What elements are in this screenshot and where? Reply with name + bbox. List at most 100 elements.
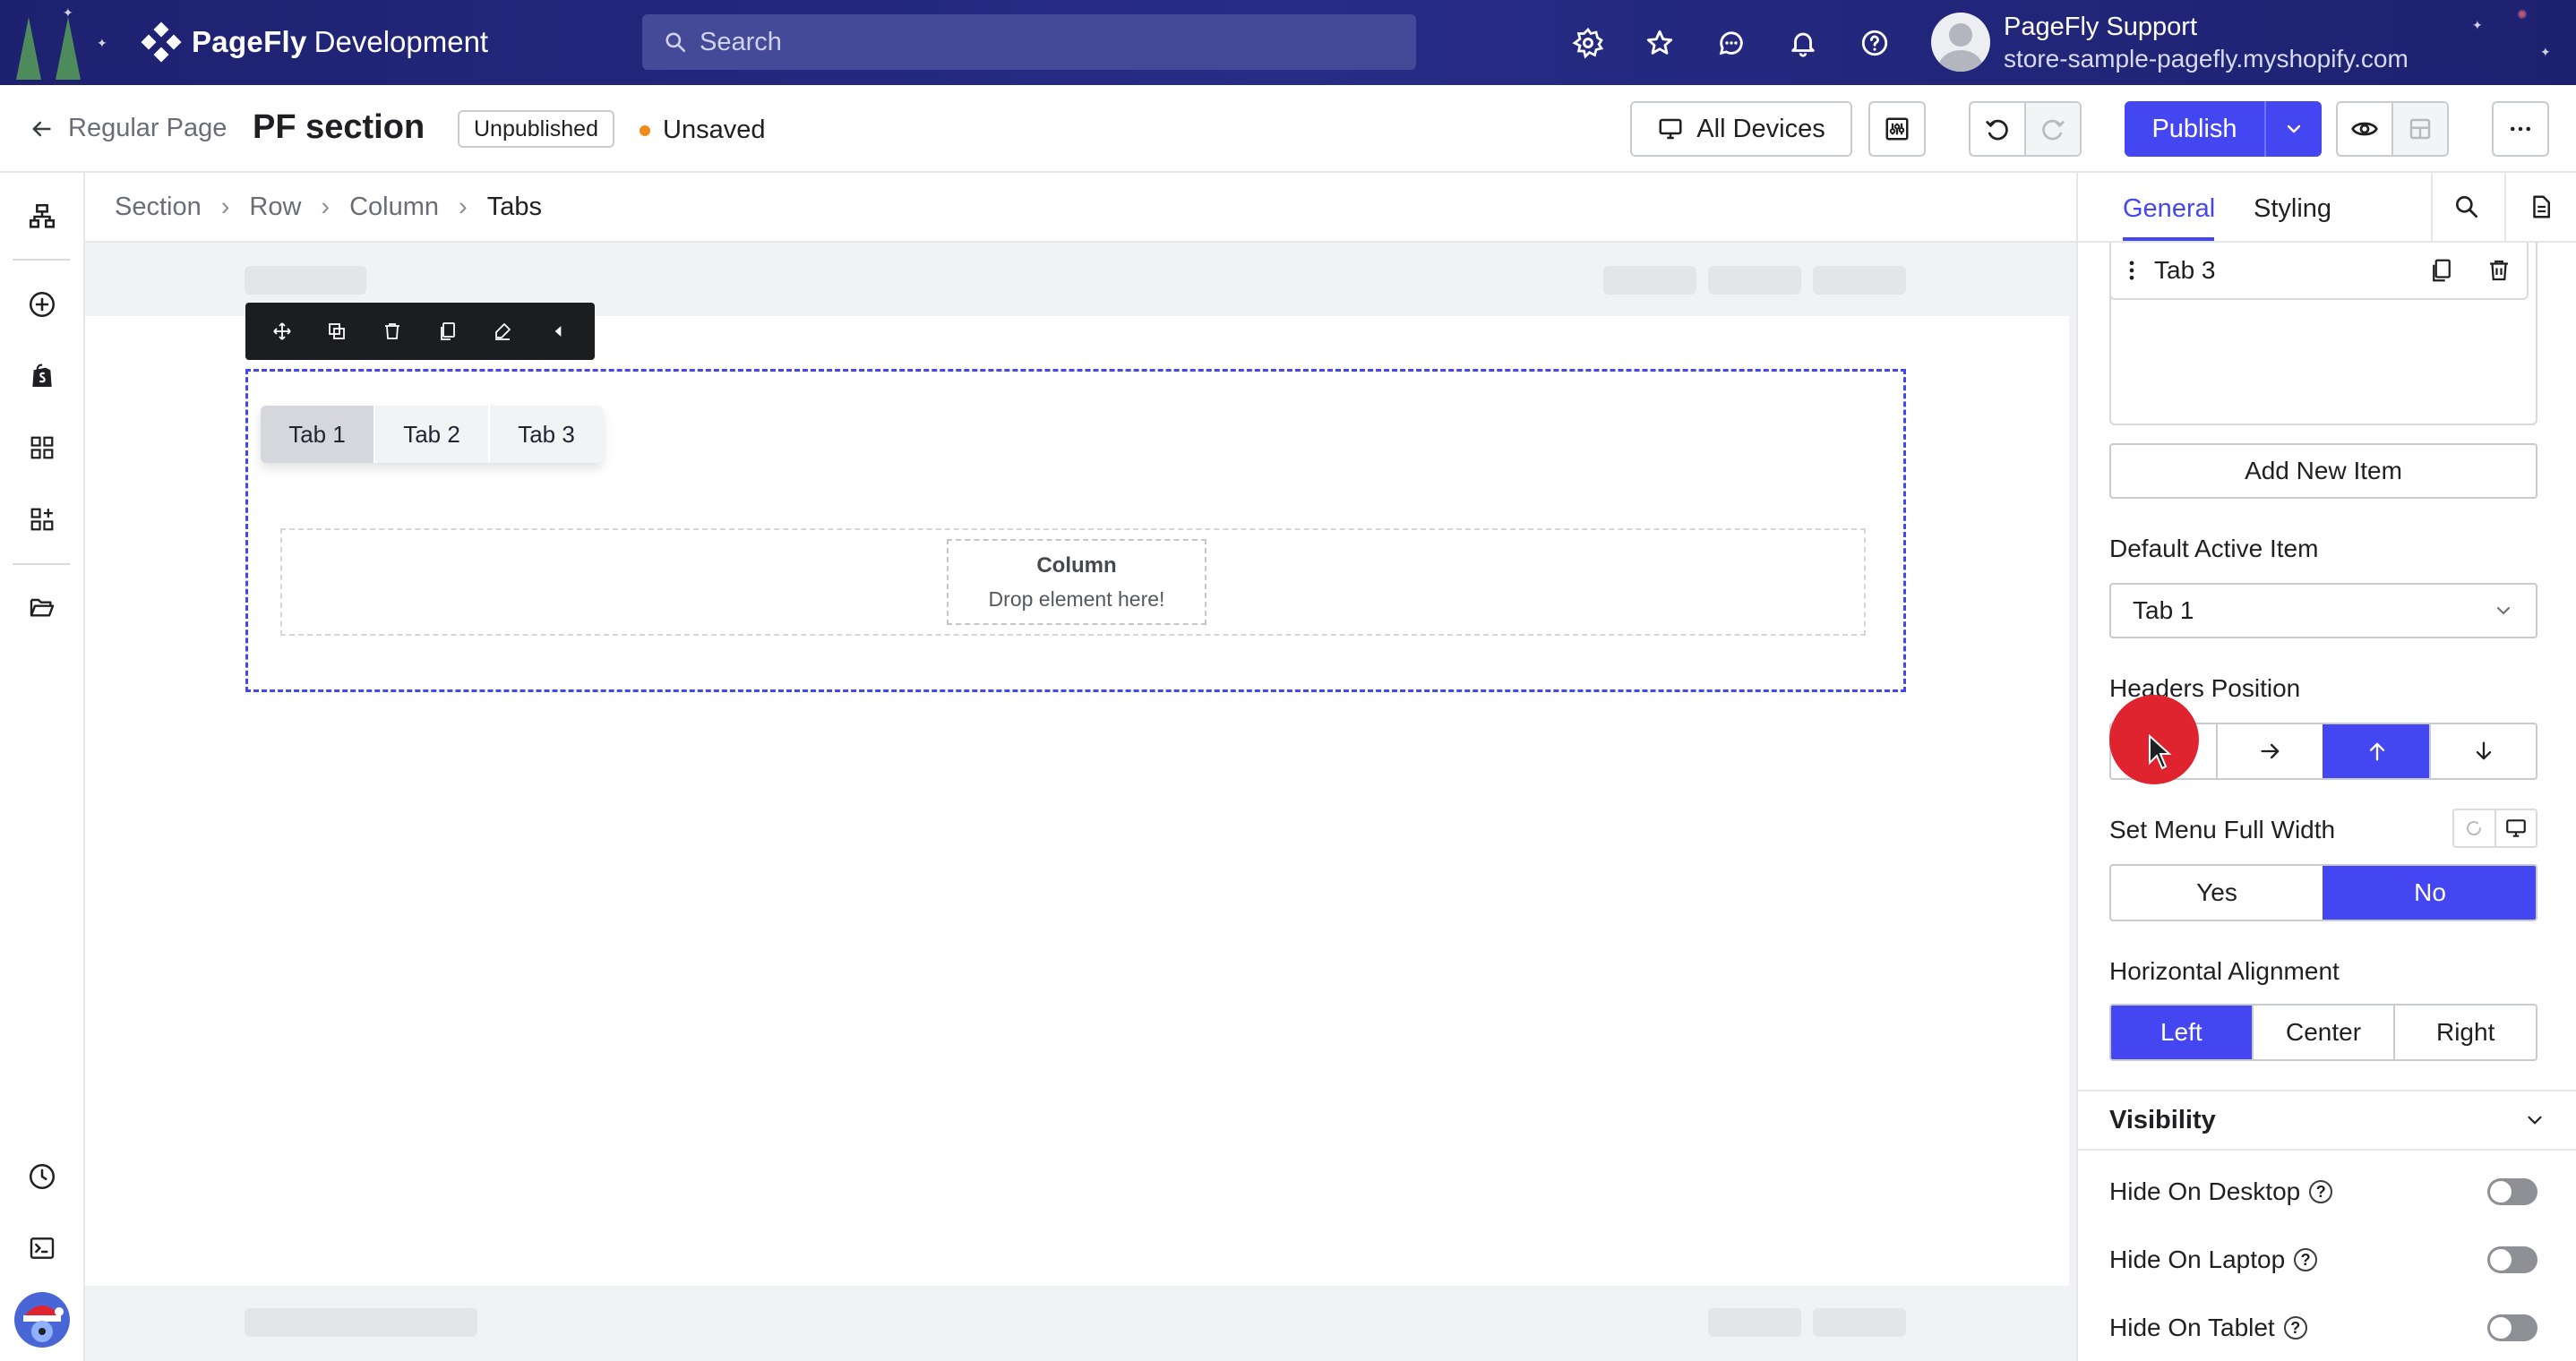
tab-2[interactable]: Tab 2 xyxy=(375,406,488,463)
menu-full-width-yes[interactable]: Yes xyxy=(2111,866,2323,920)
align-left-button[interactable]: Left xyxy=(2111,1006,2252,1059)
tab-1[interactable]: Tab 1 xyxy=(261,406,374,463)
align-center-button[interactable]: Center xyxy=(2251,1006,2394,1059)
collapse-left-icon[interactable] xyxy=(545,318,571,345)
align-right-button[interactable]: Right xyxy=(2393,1006,2536,1059)
chevron-right-icon: › xyxy=(459,192,468,221)
visibility-label: Visibility xyxy=(2109,1105,2216,1134)
reset-icon[interactable] xyxy=(2454,810,2496,846)
share-preview-button[interactable] xyxy=(2393,103,2447,155)
tab-styling[interactable]: Styling xyxy=(2254,194,2331,224)
search-icon[interactable] xyxy=(2452,193,2481,226)
sitemap-icon[interactable] xyxy=(25,200,59,234)
hide-desktop-row: Hide On Desktop? xyxy=(2109,1177,2537,1206)
user-name[interactable]: PageFly Support xyxy=(2004,13,2197,42)
menu-full-width-no[interactable]: No xyxy=(2323,866,2536,920)
page-title[interactable]: PF section xyxy=(253,108,425,147)
layout-icon xyxy=(2409,118,2431,140)
document-icon[interactable] xyxy=(2528,193,2555,226)
back-link[interactable]: Regular Page xyxy=(29,114,227,143)
duplicate-icon[interactable] xyxy=(323,318,350,345)
column-drop-zone[interactable]: Column Drop element here! xyxy=(280,528,1866,636)
default-active-value: Tab 1 xyxy=(2133,596,2194,624)
breadcrumb-row[interactable]: Row xyxy=(249,193,301,222)
position-bottom-button[interactable] xyxy=(2429,724,2536,778)
user-avatar[interactable] xyxy=(1931,13,1990,72)
default-active-select[interactable]: Tab 1 xyxy=(2109,583,2537,638)
tab-general[interactable]: General xyxy=(2123,194,2215,224)
breadcrumb-tabs[interactable]: Tabs xyxy=(487,193,542,222)
copy-icon[interactable] xyxy=(434,318,461,345)
berry-decoration: ✺ xyxy=(2517,7,2528,21)
device-selector-button[interactable]: All Devices xyxy=(1630,101,1852,157)
drag-handle-icon[interactable] xyxy=(2125,258,2138,283)
trash-icon[interactable] xyxy=(379,318,406,345)
bell-icon[interactable] xyxy=(1787,27,1819,59)
tabs-element[interactable]: Tab 1 Tab 2 Tab 3 Column Drop element he… xyxy=(245,369,1906,692)
tree-decoration xyxy=(16,17,41,80)
unsaved-dot-icon xyxy=(640,124,650,136)
trash-icon[interactable] xyxy=(2486,257,2512,284)
skeleton-placeholder xyxy=(1813,1308,1906,1337)
search-input[interactable] xyxy=(700,27,1398,57)
history-clock-icon[interactable] xyxy=(25,1160,59,1194)
copy-icon[interactable] xyxy=(2428,257,2455,284)
hide-laptop-label: Hide On Laptop xyxy=(2109,1245,2286,1273)
position-right-button[interactable] xyxy=(2216,724,2323,778)
chevron-right-icon: › xyxy=(321,192,331,221)
list-item[interactable]: Tab 3 xyxy=(2109,243,2529,300)
help-icon[interactable]: ? xyxy=(2294,1248,2318,1271)
publish-options-button[interactable] xyxy=(2266,101,2322,157)
add-new-item-button[interactable]: Add New Item xyxy=(2109,443,2537,499)
pagefly-logo[interactable]: PageFly Development xyxy=(141,21,488,63)
monitor-icon[interactable] xyxy=(2496,810,2537,846)
hide-tablet-row: Hide On Tablet? xyxy=(2109,1314,2537,1342)
preview-button[interactable] xyxy=(2338,103,2393,155)
undo-button[interactable] xyxy=(1971,103,2026,155)
chat-icon[interactable] xyxy=(1715,27,1747,59)
status-badge: Unpublished xyxy=(458,110,614,148)
history-controls xyxy=(1969,101,2082,157)
help-icon[interactable]: ? xyxy=(2283,1316,2307,1340)
redo-button[interactable] xyxy=(2026,103,2080,155)
preview-controls xyxy=(2336,101,2449,157)
breadcrumb-section[interactable]: Section xyxy=(115,193,202,222)
publish-button[interactable]: Publish xyxy=(2125,101,2266,157)
hide-desktop-toggle[interactable] xyxy=(2487,1178,2537,1205)
hide-laptop-toggle[interactable] xyxy=(2487,1246,2537,1273)
support-bot-avatar[interactable] xyxy=(14,1292,70,1348)
star-icon[interactable] xyxy=(1644,27,1676,59)
settings-gear-icon[interactable] xyxy=(1572,27,1604,59)
help-icon[interactable] xyxy=(1859,27,1891,59)
apps-add-icon[interactable] xyxy=(25,502,59,536)
breadcrumb-column[interactable]: Column xyxy=(349,193,439,222)
search-bar[interactable] xyxy=(642,14,1416,70)
hide-tablet-toggle[interactable] xyxy=(2487,1314,2537,1341)
skeleton-placeholder xyxy=(1603,266,1696,295)
visibility-section-header[interactable]: Visibility xyxy=(2078,1090,2576,1151)
list-item-label: Tab 3 xyxy=(2154,256,2216,284)
monitor-icon xyxy=(1659,118,1682,140)
terminal-icon[interactable] xyxy=(25,1231,59,1265)
shopify-icon[interactable] xyxy=(25,359,59,393)
move-icon[interactable] xyxy=(269,318,296,345)
position-top-button[interactable] xyxy=(2323,724,2429,778)
help-icon[interactable]: ? xyxy=(2309,1180,2333,1203)
tab-3[interactable]: Tab 3 xyxy=(490,406,603,463)
search-icon xyxy=(665,32,686,53)
more-options-button[interactable] xyxy=(2492,101,2549,157)
grid-icon[interactable] xyxy=(25,431,59,465)
panel-divider xyxy=(2431,173,2433,243)
menu-full-width-label: Set Menu Full Width xyxy=(2109,816,2336,843)
pagefly-logo-icon xyxy=(141,21,182,63)
add-element-icon[interactable] xyxy=(25,287,59,321)
folder-open-icon[interactable] xyxy=(25,590,59,624)
column-placeholder[interactable]: Column Drop element here! xyxy=(947,539,1206,625)
user-store-domain[interactable]: store-sample-pagefly.myshopify.com xyxy=(2004,45,2409,73)
style-brush-icon[interactable] xyxy=(489,318,516,345)
brand-name: PageFly xyxy=(192,25,307,58)
page-settings-button[interactable] xyxy=(1868,101,1926,157)
skeleton-placeholder xyxy=(245,266,366,295)
column-hint: Drop element here! xyxy=(988,586,1165,611)
menu-full-width-control: Yes No xyxy=(2109,864,2537,921)
